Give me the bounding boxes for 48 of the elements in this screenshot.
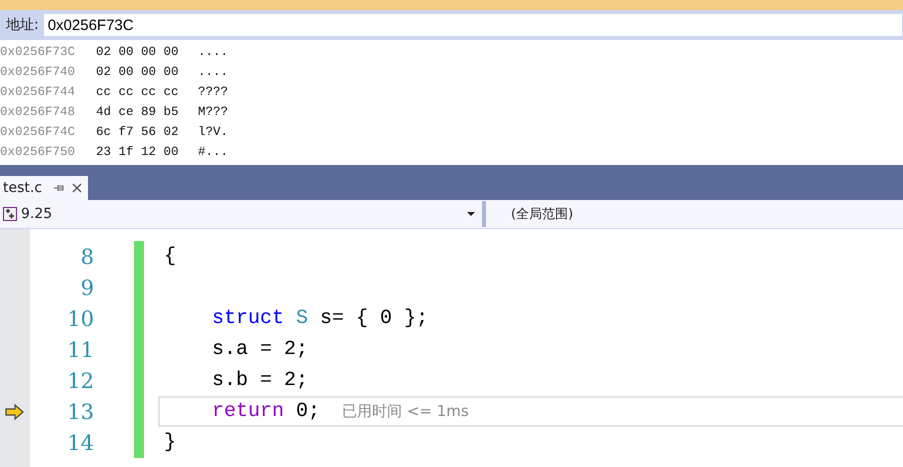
line-number: 10	[66, 306, 94, 330]
code-type: S	[295, 307, 308, 330]
address-field[interactable]: 0x0256F73C	[42, 13, 903, 37]
memory-ascii: ....	[198, 65, 228, 79]
current-line-arrow-icon	[5, 404, 25, 420]
caret-icon	[467, 212, 475, 216]
close-icon[interactable]	[72, 183, 82, 193]
line-number: 13	[66, 400, 94, 424]
memory-bytes: 4d ce 89 b5	[96, 105, 180, 119]
file-tab[interactable]: test.c	[0, 176, 88, 200]
memory-bytes: 23 1f 12 00	[96, 145, 180, 159]
change-bar	[134, 427, 144, 458]
memory-address: 0x0256F748	[0, 105, 76, 119]
pin-icon[interactable]	[54, 184, 64, 192]
code-text: 0;	[295, 400, 320, 423]
memory-address: 0x0256F73C	[0, 45, 76, 59]
memory-bytes: 02 00 00 00	[96, 45, 180, 59]
memory-ascii: l?V.	[198, 125, 228, 139]
code-text: }	[164, 431, 176, 454]
elapsed-time-hint: 已用时间 <= 1ms	[342, 402, 469, 421]
project-icon	[3, 207, 17, 221]
memory-ascii: ....	[198, 45, 228, 59]
address-label: 地址:	[6, 16, 39, 34]
memory-address: 0x0256F74C	[0, 125, 76, 139]
code-text: s.b = 2;	[211, 369, 308, 392]
scope-dropdown[interactable]: (全局范围)	[486, 200, 903, 228]
memory-address: 0x0256F744	[0, 85, 76, 99]
project-name: 9.25	[21, 206, 54, 222]
line-number: 11	[66, 338, 94, 362]
line-number: 8	[80, 244, 94, 268]
code-keyword: struct	[211, 307, 284, 330]
change-bar	[134, 241, 144, 272]
memory-bytes: 6c f7 56 02	[96, 125, 180, 139]
tab-label: test.c	[3, 180, 42, 196]
code-keyword: return	[211, 400, 284, 423]
memory-address: 0x0256F750	[0, 145, 76, 159]
code-text: s= { 0 };	[319, 307, 428, 330]
code-text: s.a = 2;	[211, 338, 308, 361]
memory-ascii: ????	[198, 85, 228, 99]
memory-ascii: M???	[198, 105, 228, 119]
line-number: 9	[80, 276, 94, 300]
memory-bytes: 02 00 00 00	[96, 65, 180, 79]
line-number: 12	[66, 368, 94, 392]
memory-bytes: cc cc cc cc	[96, 85, 180, 99]
line-number: 14	[66, 430, 94, 454]
memory-address: 0x0256F740	[0, 65, 76, 79]
memory-ascii: #...	[198, 145, 228, 159]
code-text: {	[164, 245, 176, 268]
